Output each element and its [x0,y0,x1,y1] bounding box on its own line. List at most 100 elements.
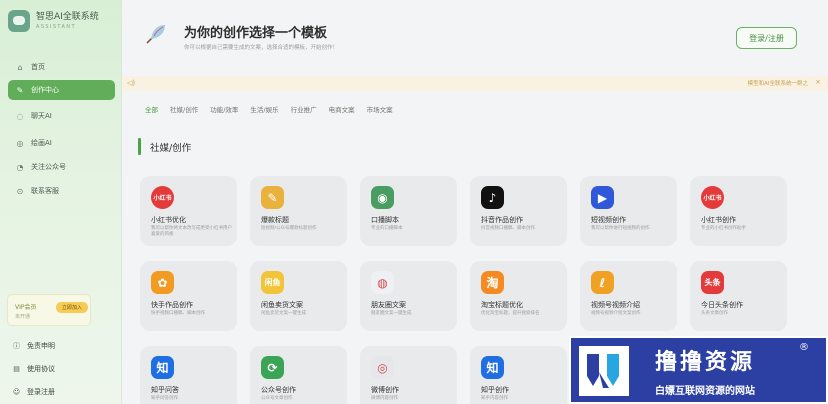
nav-item-home[interactable]: ⌂ 首页 [8,57,115,77]
disclaimer-label: 免责申明 [27,342,55,350]
page-title: 为你的创作选择一个模板 [184,26,328,41]
template-card[interactable]: 淘淘宝标题优化 优化淘宝标题，提升搜索排名 [470,261,567,331]
section-title: 社媒/创作 [150,143,192,154]
template-card[interactable]: ♪ 抖音作品创作 抖音视频口播稿、脚本创作 [470,176,567,246]
card-description: 优化淘宝标题，提升搜索排名 [481,311,540,316]
card-description: 我可以帮你将文本改写成更受小红书用户喜爱的风格 [151,226,232,237]
zhihu-icon: 知 [481,356,504,379]
template-card[interactable]: ⟳ 公众号创作 公众号文章创作 [250,346,347,404]
card-description: 抖音视频口播稿、脚本创作 [481,226,535,231]
brand-sub: ASSISTANT [36,23,76,30]
card-description: 闲鱼卖货文案一键生成 [261,311,306,316]
tab-life[interactable]: 生活/娱乐 [250,104,278,114]
wechat-icon: ◔ [16,162,24,172]
vip-card[interactable]: VIP会员 未开通 立即加入 [7,294,91,326]
card-title: 短视频创作 [591,216,626,224]
edit-icon: ✎ [16,85,24,95]
notice-bar: ◁) 模型和AI全联系统一群之 × [122,76,828,91]
card-description: 公众号文章创作 [261,396,293,401]
login-register-link[interactable]: ☺ 登录注册 [12,387,55,397]
nav-label: 联系客服 [31,187,59,195]
channels-icon: ℓ [591,271,614,294]
card-title: 小红书优化 [151,216,186,224]
nav-label: 聊天AI [31,112,52,120]
notice-text: 模型和AI全联系统一群之 [747,81,808,87]
card-title: 朋友圈文案 [371,301,406,309]
tab-all[interactable]: 全部 [145,104,158,114]
paint-icon: ◎ [16,138,24,148]
sidebar: 智思AI全联系统 ASSISTANT ⌂ 首页 ✎ 创作中心 ◌ 聊天AI ◎ … [0,0,122,404]
template-card[interactable]: ℓ 视频号视频介绍 视频号视频介绍文案创作 [580,261,677,331]
agreement-link[interactable]: ▤ 使用协议 [12,364,55,374]
card-description: 微博内容创作 [371,396,398,401]
agreement-label: 使用协议 [27,365,55,373]
tab-industry[interactable]: 行业推广 [291,104,317,114]
card-title: 口播脚本 [371,216,399,224]
close-icon[interactable]: × [815,78,821,86]
card-description: 知乎问答创作 [151,396,178,401]
card-title: 快手作品创作 [151,301,193,309]
registered-mark: ® [799,342,809,353]
tab-marketing[interactable]: 市场文案 [367,104,393,114]
doc-icon: ▤ [13,365,20,373]
moments-icon: ◍ [371,271,394,294]
watermark-text: 撸撸资源 [655,350,756,375]
brand: 智思AI全联系统 ASSISTANT [8,10,99,32]
video-icon: ▶ [591,186,614,209]
tab-social[interactable]: 社媒/创作 [170,104,198,114]
template-card[interactable]: ✎ 爆款标题短视频/公众号爆款标题创作 [250,176,347,246]
nav-item-create[interactable]: ✎ 创作中心 [8,80,115,100]
template-card[interactable]: 知知乎创作 知乎内容创作 [470,346,567,404]
pen-icon: ✎ [261,186,284,209]
speaker-icon: ◁) [127,79,136,87]
header: 为你的创作选择一个模板 你可以根据自己需要生成的文案，选择合适的模板，开始创作！… [122,0,828,70]
template-card[interactable]: 知知乎问答 知乎问答创作 [140,346,237,404]
card-description: 专业的小红书创作助手 [701,226,746,231]
vip-join-button[interactable]: 立即加入 [56,302,88,313]
template-card[interactable]: ▶ 短视频创作我可以帮你进行短视频的创作 [580,176,677,246]
template-card[interactable]: ◍ 朋友圈文案 朋友圈文案一键生成 [360,261,457,331]
nav-item-service[interactable]: ⊙ 联系客服 [8,181,115,201]
location-icon: ⊙ [16,186,24,196]
page-subtitle: 你可以根据自己需要生成的文案，选择合适的模板，开始创作！ [184,45,339,51]
toutiao-icon: 头条 [701,271,724,294]
template-card[interactable]: ✿ 快手作品创作快手视频口播稿、脚本创作 [140,261,237,331]
watermark-slogan: 白嫖互联网资源的网站 [655,386,755,397]
template-card[interactable]: 头条今日头条创作 头条文章创作 [690,261,787,331]
card-title: 爆款标题 [261,216,289,224]
template-card[interactable]: 小红书 小红书优化 我可以帮你将文本改写成更受小红书用户喜爱的风格 [140,176,237,246]
disclaimer-link[interactable]: ⓘ 免责申明 [12,341,55,351]
template-card[interactable]: ◎ 微博创作 微博内容创作 [360,346,457,404]
category-tabs: 全部 社媒/创作 功能/效率 生活/娱乐 行业推广 电商文案 市场文案 [145,104,405,114]
card-description: 知乎内容创作 [481,396,508,401]
card-title: 小红书创作 [701,216,736,224]
card-description: 快手视频口播稿、脚本创作 [151,311,205,316]
template-card[interactable]: 闲鱼闲鱼卖货文案 闲鱼卖货文案一键生成 [250,261,347,331]
kuaishou-icon: ✿ [151,271,174,294]
xianyu-icon: 闲鱼 [261,271,284,294]
template-card[interactable]: ◉ 口播脚本 专业的口播脚本 [360,176,457,246]
card-title: 闲鱼卖货文案 [261,301,303,309]
info-icon: ⓘ [13,342,20,350]
login-register-button[interactable]: 登录/注册 [736,27,797,49]
tab-ecommerce[interactable]: 电商文案 [329,104,355,114]
vip-status: 未开通 [15,314,31,320]
zhihu-icon: 知 [151,356,174,379]
nav-item-chat[interactable]: ◌ 聊天AI [8,106,115,126]
brand-name: 智思AI全联系统 [36,11,99,22]
douyin-icon: ♪ [481,186,504,209]
nav-item-paint[interactable]: ◎ 绘画AI [8,133,115,153]
card-description: 头条文章创作 [701,311,728,316]
nav-item-wechat[interactable]: ◔ 关注公众号 [8,157,115,177]
tab-efficiency[interactable]: 功能/效率 [210,104,238,114]
card-title: 淘宝标题优化 [481,301,523,309]
feather-pen-icon [146,25,165,44]
template-card[interactable]: 小红书 小红书创作 专业的小红书创作助手 [690,176,787,246]
card-title: 今日头条创作 [701,301,743,309]
nav-label: 首页 [31,63,45,71]
nav-label: 创作中心 [31,86,59,94]
card-description: 短视频/公众号爆款标题创作 [261,226,317,231]
card-description: 我可以帮你进行短视频的创作 [591,226,650,231]
card-description: 视频号视频介绍文案创作 [591,311,641,316]
chat-icon: ◌ [16,111,24,121]
